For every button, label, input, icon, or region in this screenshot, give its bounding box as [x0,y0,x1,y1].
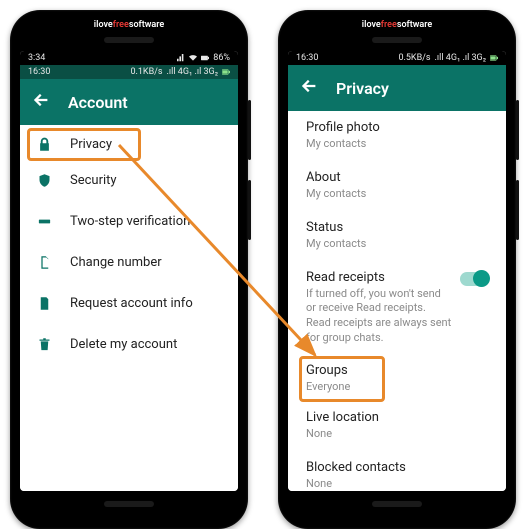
row-label: Blocked contacts [306,460,488,475]
brand-text: ilovefreesoftware [288,20,506,33]
menu-label: Delete my account [70,337,177,352]
battery-icon [490,54,498,62]
menu-label: Security [70,173,117,188]
privacy-list: Profile photo My contacts About My conta… [288,111,506,491]
wifi-icon [189,54,197,62]
row-blocked-contacts[interactable]: Blocked contacts None [288,451,506,491]
row-sub: If turned off, you won't send or receive… [306,287,452,346]
page-title: Privacy [336,79,389,98]
cell-signal: .ıll 4G₁ .ıl 3G₂ [435,53,486,63]
phone-right: ilovefreesoftware 16:30 0.5KB/s .ıll 4G₁… [278,10,516,529]
status-bar-bottom: 16:30 0.1KB/s .ıll 4G₁ .ıl 3G₂ [20,65,238,79]
phone-speaker [104,37,154,43]
clock2: 16:30 [28,67,50,77]
row-status[interactable]: Status My contacts [288,211,506,261]
status-icons: 0.5KB/s .ıll 4G₁ .ıl 3G₂ [398,53,498,63]
screen-left: 3:34 86% 16:30 0.1KB/s .ıll 4G₁ .ıl 3G₂ [20,51,238,491]
read-receipts-toggle[interactable] [460,272,488,286]
status-bar-top: 3:34 86% [20,51,238,65]
row-about[interactable]: About My contacts [288,161,506,211]
row-label: About [306,170,488,185]
row-live-location[interactable]: Live location None [288,401,506,451]
menu-label: Two-step verification [70,214,190,229]
app-header: Privacy [288,65,506,111]
row-sub: My contacts [306,137,488,152]
clock: 3:34 [28,53,45,63]
arrow-left-icon [32,91,50,109]
phone-speaker [372,37,422,43]
menu-label: Change number [70,255,162,270]
account-menu: Privacy Security Two-step verification C… [20,125,238,491]
row-groups[interactable]: Groups Everyone [300,357,384,401]
menu-item-privacy[interactable]: Privacy [28,129,140,160]
clock2: 16:30 [296,53,318,63]
row-label: Profile photo [306,120,488,135]
phone-speaker-bottom [104,501,154,507]
status-bar: 16:30 0.5KB/s .ıll 4G₁ .ıl 3G₂ [288,51,506,65]
sim-icon [36,255,52,270]
row-sub: My contacts [306,187,488,202]
row-label: Groups [306,363,378,378]
signal-icon [177,54,185,62]
menu-item-security[interactable]: Security [20,160,238,201]
row-label: Live location [306,410,488,425]
app-header: Account [20,79,238,125]
back-button[interactable] [300,77,318,99]
page-title: Account [68,93,128,112]
menu-item-two-step[interactable]: Two-step verification [20,201,238,242]
lock-icon [36,137,52,152]
battery-icon [201,54,209,62]
menu-item-request-info[interactable]: Request account info [20,283,238,324]
row-sub: None [306,477,488,491]
net-speed: 0.1KB/s [130,67,162,77]
phone-speaker-bottom [372,501,422,507]
screen-right: 16:30 0.5KB/s .ıll 4G₁ .ıl 3G₂ Privacy P… [288,51,506,491]
row-sub: None [306,427,488,442]
shield-icon [36,173,52,188]
trash-icon [36,337,52,352]
row-sub: My contacts [306,237,488,252]
battery-icon [222,68,230,76]
arrow-left-icon [300,77,318,95]
row-label: Status [306,220,488,235]
pin-icon [36,214,52,229]
status-icons: 86% [177,53,230,63]
menu-label: Request account info [70,296,193,311]
document-icon [36,296,52,311]
cell-signal: .ıll 4G₁ .ıl 3G₂ [167,67,218,77]
battery-pct: 86% [213,53,230,63]
brand-text: ilovefreesoftware [20,20,238,33]
back-button[interactable] [32,91,50,113]
menu-label: Privacy [70,137,112,152]
row-sub: Everyone [306,380,378,395]
menu-item-change-number[interactable]: Change number [20,242,238,283]
row-profile-photo[interactable]: Profile photo My contacts [288,111,506,161]
menu-item-delete-account[interactable]: Delete my account [20,324,238,365]
status-icons-2: 0.1KB/s .ıll 4G₁ .ıl 3G₂ [130,67,230,77]
row-label: Read receipts [306,270,452,285]
phone-left: ilovefreesoftware 3:34 86% 16:30 0.1KB/s… [10,10,248,529]
row-read-receipts[interactable]: Read receipts If turned off, you won't s… [288,261,506,355]
net-speed: 0.5KB/s [398,53,430,63]
